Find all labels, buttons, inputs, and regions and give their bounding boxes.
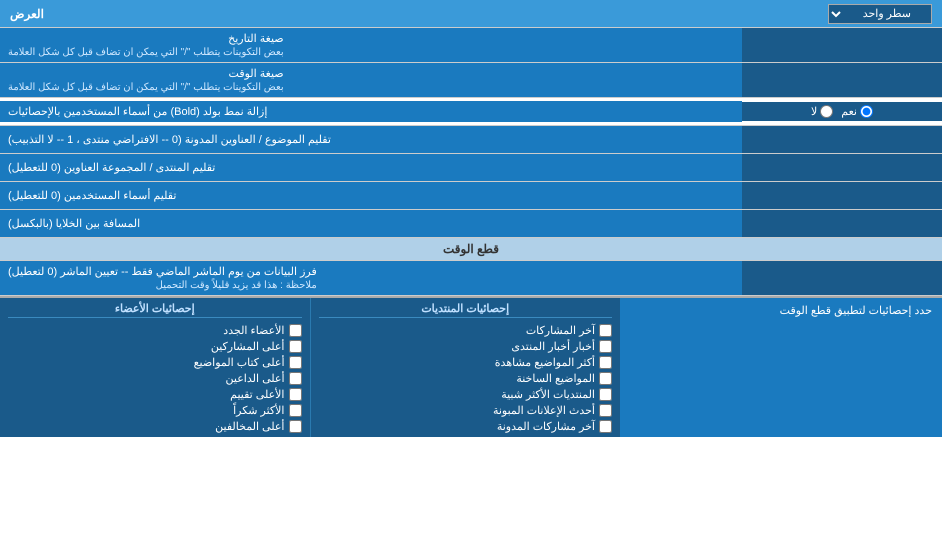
list-item: الأعلى تقييم [8, 388, 302, 401]
bold-radio-no[interactable]: لا [811, 105, 833, 118]
bold-radio-label: إزالة نمط بولد (Bold) من أسماء المستخدمي… [0, 101, 742, 122]
gap-label: المسافة بين الخلايا (بالبكسل) [0, 210, 742, 237]
time-format-input[interactable]: H:i [748, 73, 936, 87]
members-stats-header: إحصائيات الأعضاء [8, 302, 302, 318]
list-item: الأكثر شكراً [8, 404, 302, 417]
time-format-label: صيغة الوقت بعض التكوينات يتطلب "/" التي … [0, 63, 742, 97]
cutoff-label: فرز البيانات من يوم الماشر الماضي فقط --… [0, 261, 742, 295]
topics-limit-input-container: 33 [742, 126, 942, 153]
usernames-limit-input[interactable]: 0 [748, 189, 936, 203]
member-checkbox-3[interactable] [289, 372, 302, 385]
display-dropdown[interactable]: سطر واحدسطرينثلاثة أسطر [828, 4, 932, 24]
topics-limit-input[interactable]: 33 [748, 133, 936, 147]
forum-limit-input-container: 33 [742, 154, 942, 181]
list-item: المواضيع الساخنة [319, 372, 613, 385]
list-item: الأعضاء الجدد [8, 324, 302, 337]
list-item: أعلى المخالفين [8, 420, 302, 433]
cutoff-input-container: 0 [742, 261, 942, 295]
member-checkbox-1[interactable] [289, 340, 302, 353]
list-item: أخبار أخبار المنتدى [319, 340, 613, 353]
bold-radio-yes[interactable]: نعم [841, 105, 873, 118]
time-format-input-container: H:i [742, 63, 942, 97]
forum-checkbox-4[interactable] [599, 388, 612, 401]
date-format-input[interactable]: d-m [748, 38, 936, 52]
bold-radio-group[interactable]: نعم لا [742, 102, 942, 121]
gap-input[interactable]: 2 [748, 217, 936, 231]
usernames-limit-input-container: 0 [742, 182, 942, 209]
forum-checkbox-3[interactable] [599, 372, 612, 385]
members-stats-col: إحصائيات الأعضاء الأعضاء الجدد أعلى المش… [0, 298, 311, 437]
member-checkbox-4[interactable] [289, 388, 302, 401]
forum-limit-input[interactable]: 33 [748, 161, 936, 175]
list-item: أعلى الداعين [8, 372, 302, 385]
list-item: أعلى كتاب المواضيع [8, 356, 302, 369]
date-format-label: صيغة التاريخ بعض التكوينات يتطلب "/" الت… [0, 28, 742, 62]
cutoff-section-header: قطع الوقت [0, 238, 942, 261]
forum-stats-header: إحصائيات المنتديات [319, 302, 613, 318]
forum-stats-col: إحصائيات المنتديات آخر المشاركات أخبار أ… [311, 298, 621, 437]
member-checkbox-5[interactable] [289, 404, 302, 417]
list-item: آخر المشاركات [319, 324, 613, 337]
member-checkbox-6[interactable] [289, 420, 302, 433]
forum-limit-label: تقليم المنتدى / المجموعة العناوين (0 للت… [0, 154, 742, 181]
usernames-limit-label: تقليم أسماء المستخدمين (0 للتعطيل) [0, 182, 742, 209]
cutoff-input[interactable]: 0 [748, 271, 936, 285]
forum-checkbox-0[interactable] [599, 324, 612, 337]
checkboxes-container: إحصائيات المنتديات آخر المشاركات أخبار أ… [0, 298, 620, 437]
cutoff-apply-label: حدد إحصائيات لتطبيق قطع الوقت [620, 298, 942, 437]
forum-checkbox-2[interactable] [599, 356, 612, 369]
page-title: العرض [10, 7, 44, 21]
forum-checkbox-6[interactable] [599, 420, 612, 433]
topics-limit-label: تقليم الموضوع / العناوين المدونة (0 -- ا… [0, 126, 742, 153]
list-item: المنتديات الأكثر شبية [319, 388, 613, 401]
member-checkbox-0[interactable] [289, 324, 302, 337]
list-item: أكثر المواضيع مشاهدة [319, 356, 613, 369]
date-format-input-container: d-m [742, 28, 942, 62]
member-checkbox-2[interactable] [289, 356, 302, 369]
list-item: آخر مشاركات المدونة [319, 420, 613, 433]
gap-input-container: 2 [742, 210, 942, 237]
forum-checkbox-1[interactable] [599, 340, 612, 353]
list-item: أعلى المشاركين [8, 340, 302, 353]
forum-checkbox-5[interactable] [599, 404, 612, 417]
list-item: أحدث الإعلانات المبونة [319, 404, 613, 417]
